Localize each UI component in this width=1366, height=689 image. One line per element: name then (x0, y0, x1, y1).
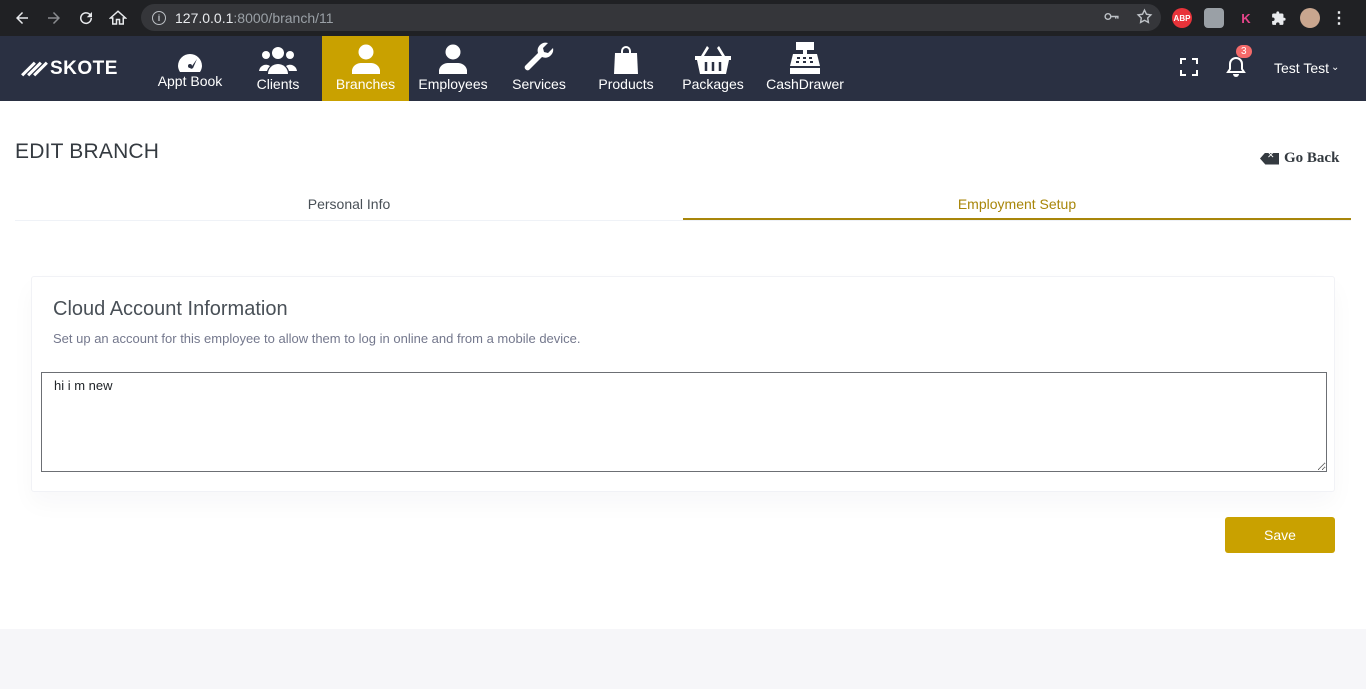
notification-badge: 3 (1236, 45, 1252, 58)
nav-cashdrawer[interactable]: CashDrawer (765, 36, 845, 101)
tab-bar: Personal Info Employment Setup (15, 193, 1351, 221)
adblock-extension-icon[interactable]: ABP (1172, 8, 1192, 28)
nav-label: Employees (418, 76, 488, 92)
brand-name: SKOTE (50, 58, 118, 79)
bookmark-star-icon[interactable] (1136, 8, 1153, 30)
forward-arrow-icon[interactable] (38, 0, 70, 36)
card-title: Cloud Account Information (53, 298, 288, 320)
go-back-label: Go Back (1284, 150, 1340, 166)
main-content: EDIT BRANCH Go Back Personal Info Employ… (0, 101, 1366, 629)
card-subtitle: Set up an account for this employee to a… (53, 331, 581, 346)
nav-label: Products (598, 76, 654, 92)
nav-label: CashDrawer (766, 76, 844, 92)
dashboard-gauge-icon (176, 42, 204, 74)
user-icon (439, 42, 467, 74)
back-arrow-icon[interactable] (6, 0, 38, 36)
nav-appt-book[interactable]: Appt Book (150, 36, 230, 101)
extension-icon[interactable] (1204, 8, 1224, 28)
page-title: EDIT BRANCH (15, 140, 160, 163)
k-extension-icon[interactable]: K (1236, 8, 1256, 28)
go-back-link[interactable]: Go Back (1260, 150, 1339, 167)
address-bar[interactable]: i 127.0.0.1:8000/branch/11 (141, 4, 1161, 31)
extensions-puzzle-icon[interactable] (1268, 8, 1288, 28)
tab-personal-info[interactable]: Personal Info (15, 193, 683, 220)
nav-branches[interactable]: Branches (322, 36, 409, 101)
save-button[interactable]: Save (1225, 517, 1335, 553)
nav-products[interactable]: Products (592, 36, 660, 101)
nav-label: Services (512, 76, 566, 92)
tab-employment-setup[interactable]: Employment Setup (683, 193, 1351, 220)
basket-icon (695, 42, 731, 74)
nav-label: Packages (682, 76, 744, 92)
nav-services[interactable]: Services (505, 36, 573, 101)
app-header: SKOTE Appt Book Clients Branches Employe… (0, 36, 1366, 101)
nav-employees[interactable]: Employees (414, 36, 492, 101)
key-icon[interactable] (1103, 8, 1120, 30)
user-menu[interactable]: Test Test (1274, 60, 1329, 76)
footer (0, 629, 1366, 689)
notification-bell-icon[interactable] (1226, 56, 1246, 83)
site-info-icon[interactable]: i (152, 10, 166, 25)
nav-packages[interactable]: Packages (678, 36, 748, 101)
user-icon (351, 42, 380, 74)
wrench-icon (523, 42, 555, 74)
shopping-bag-icon (612, 42, 640, 74)
fullscreen-icon[interactable] (1180, 58, 1198, 81)
reload-icon[interactable] (70, 0, 102, 36)
browser-toolbar: i 127.0.0.1:8000/branch/11 ABP K ⋮ (0, 0, 1366, 36)
kebab-menu-icon[interactable]: ⋮ (1331, 8, 1347, 28)
users-icon (258, 42, 298, 74)
logo-icon (21, 59, 48, 79)
url-text: 127.0.0.1:8000/branch/11 (175, 9, 334, 26)
nav-clients[interactable]: Clients (240, 36, 316, 101)
home-icon[interactable] (102, 0, 134, 36)
profile-avatar[interactable] (1300, 8, 1320, 28)
cash-register-icon (790, 42, 820, 74)
chevron-down-icon[interactable]: ⌄ (1331, 62, 1339, 73)
backspace-icon (1260, 152, 1279, 165)
nav-label: Branches (335, 76, 396, 92)
nav-label: Appt Book (157, 73, 223, 89)
cloud-account-card: Cloud Account Information Set up an acco… (31, 276, 1335, 492)
brand-logo[interactable]: SKOTE (21, 58, 118, 80)
account-textarea[interactable] (41, 372, 1327, 472)
nav-label: Clients (256, 76, 300, 92)
